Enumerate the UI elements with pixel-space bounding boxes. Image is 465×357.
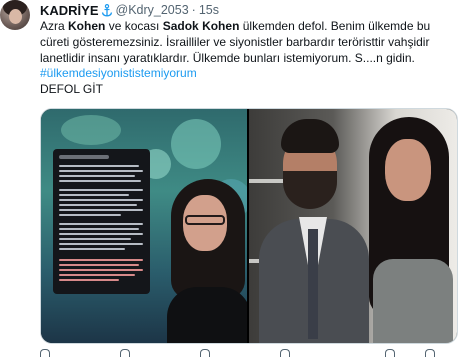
bokeh-light xyxy=(61,115,121,145)
document-line-highlight xyxy=(59,274,135,277)
text-segment: Azra xyxy=(40,19,69,33)
media-image-right[interactable] xyxy=(249,109,457,343)
document-line xyxy=(59,170,143,173)
document-line-highlight xyxy=(59,264,139,267)
text-line-3: lanetlidir insanı yaratıklardır. Ülkemde… xyxy=(40,50,415,65)
document-line xyxy=(59,199,143,202)
avatar[interactable] xyxy=(0,0,30,30)
document-header xyxy=(59,155,109,159)
man-hair xyxy=(281,119,339,153)
document-line xyxy=(59,233,143,236)
woman-face-right xyxy=(385,139,431,201)
text-line-2: cüreti gösteremezsiniz. İsrailliler ve s… xyxy=(40,34,430,49)
text-bold-sadok-kohen: Sadok Kohen xyxy=(162,19,240,33)
tweet: KADRİYE @Kdry_2053 · 15s Azra Kohen ve k… xyxy=(0,0,465,357)
document-line-highlight xyxy=(59,269,143,272)
document-line xyxy=(59,165,139,168)
hashtag-link[interactable]: #ülkemdesiyonististemiyorum xyxy=(40,66,460,82)
glasses-icon xyxy=(185,215,225,225)
document-line xyxy=(59,209,143,212)
document-line xyxy=(59,228,139,231)
document-line xyxy=(59,238,131,241)
document-line xyxy=(59,180,141,183)
text-bold-kohen: Kohen xyxy=(68,19,106,33)
display-name[interactable]: KADRİYE xyxy=(40,3,99,18)
document-line xyxy=(59,214,121,217)
views-icon[interactable] xyxy=(280,349,290,357)
anchor-icon xyxy=(101,3,112,16)
woman-figure xyxy=(161,175,247,343)
share-icon[interactable] xyxy=(425,349,435,357)
tweet-text: Azra Kohen ve kocası Sadok Kohen ülkemde… xyxy=(40,19,460,98)
bookmark-icon[interactable] xyxy=(385,349,395,357)
document-line-highlight xyxy=(59,259,143,262)
like-icon[interactable] xyxy=(200,349,210,357)
tweet-header: KADRİYE @Kdry_2053 · 15s xyxy=(40,2,219,18)
man-beard xyxy=(283,171,337,209)
avatar-face xyxy=(9,9,22,24)
woman-figure-right xyxy=(359,109,457,343)
timestamp[interactable]: 15s xyxy=(199,3,219,17)
retweet-icon[interactable] xyxy=(120,349,130,357)
document-line xyxy=(59,248,125,251)
user-handle[interactable]: @Kdry_2053 xyxy=(116,3,189,17)
media-image-left[interactable] xyxy=(41,109,247,343)
woman-body xyxy=(167,287,247,343)
document-line-highlight xyxy=(59,279,119,282)
text-segment: ve kocası xyxy=(105,19,163,33)
document-line xyxy=(59,243,143,246)
man-figure xyxy=(259,109,369,343)
document-card xyxy=(53,149,150,294)
text-line-1: Azra Kohen ve kocası Sadok Kohen ülkemde… xyxy=(40,19,460,35)
document-line xyxy=(59,204,137,207)
media-grid xyxy=(40,108,458,344)
tweet-actions xyxy=(40,349,458,357)
document-line xyxy=(59,175,135,178)
reply-icon[interactable] xyxy=(40,349,50,357)
text-line-5: DEFOL GİT xyxy=(40,82,103,97)
woman-dress xyxy=(373,259,453,343)
document-line xyxy=(59,194,129,197)
document-line xyxy=(59,223,143,226)
document-line xyxy=(59,189,143,192)
bokeh-light xyxy=(171,119,221,169)
man-tie xyxy=(308,229,318,339)
text-segment: ülkemden defol. Benim ülkemde bu xyxy=(239,19,431,33)
separator-dot: · xyxy=(191,3,196,17)
